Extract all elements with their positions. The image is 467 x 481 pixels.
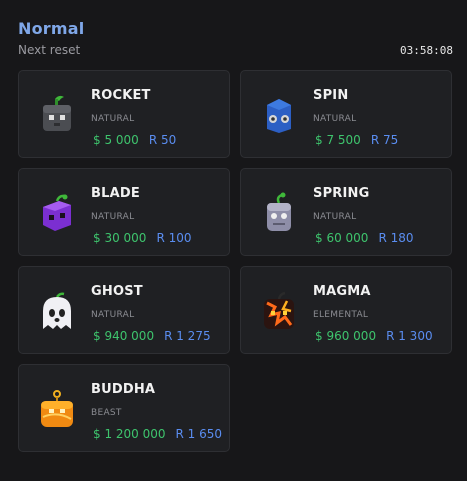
- fruit-rarity: NATURAL: [313, 114, 357, 124]
- fruit-rarity: NATURAL: [91, 212, 135, 222]
- fruit-card-spring[interactable]: SPRING NATURAL $ 60 000 R 180: [240, 168, 452, 256]
- money-price: $ 5 000: [93, 133, 139, 147]
- fruit-rarity: NATURAL: [91, 310, 135, 320]
- fruit-card-ghost[interactable]: GHOST NATURAL $ 940 000 R 1 275: [18, 266, 230, 354]
- money-price: $ 60 000: [315, 231, 369, 245]
- money-price: $ 7 500: [315, 133, 361, 147]
- rocket-fruit-icon: [43, 95, 71, 131]
- fruit-rarity: ELEMENTAL: [313, 310, 369, 320]
- money-price: $ 1 200 000: [93, 427, 166, 441]
- reset-timer: 03:58:08: [400, 44, 453, 57]
- robux-price: R 75: [370, 133, 399, 147]
- fruit-rarity: BEAST: [91, 408, 122, 418]
- fruit-name: SPIN: [313, 88, 349, 103]
- fruit-card-blade[interactable]: BLADE NATURAL $ 30 000 R 100: [18, 168, 230, 256]
- fruit-card-buddha[interactable]: BUDDHA BEAST $ 1 200 000 R 1 650: [18, 364, 230, 452]
- money-price: $ 940 000: [93, 329, 155, 343]
- fruit-name: BLADE: [91, 186, 140, 201]
- fruit-name: SPRING: [313, 186, 370, 201]
- robux-price: R 180: [378, 231, 414, 245]
- robux-price: R 1 300: [386, 329, 433, 343]
- fruit-name: ROCKET: [91, 88, 151, 103]
- fruit-name: MAGMA: [313, 284, 371, 299]
- fruit-rarity: NATURAL: [91, 114, 135, 124]
- ghost-fruit-icon: [43, 292, 71, 329]
- blade-fruit-icon: [43, 194, 71, 231]
- fruit-name: BUDDHA: [91, 382, 156, 397]
- stock-title: Normal: [18, 19, 85, 38]
- spin-fruit-icon: [267, 99, 291, 133]
- next-reset-label: Next reset: [18, 43, 81, 57]
- robux-price: R 100: [156, 231, 192, 245]
- fruit-name: GHOST: [91, 284, 143, 299]
- spring-fruit-icon: [267, 192, 291, 231]
- robux-price: R 50: [148, 133, 177, 147]
- magma-fruit-icon: [264, 291, 294, 329]
- fruit-card-spin[interactable]: SPIN NATURAL $ 7 500 R 75: [240, 70, 452, 158]
- fruit-card-rocket[interactable]: ROCKET NATURAL $ 5 000 R 50: [18, 70, 230, 158]
- robux-price: R 1 650: [175, 427, 223, 441]
- fruit-card-magma[interactable]: MAGMA ELEMENTAL $ 960 000 R 1 300: [240, 266, 452, 354]
- buddha-fruit-icon: [41, 390, 73, 427]
- money-price: $ 960 000: [315, 329, 377, 343]
- robux-price: R 1 275: [164, 329, 211, 343]
- fruit-rarity: NATURAL: [313, 212, 357, 222]
- money-price: $ 30 000: [93, 231, 147, 245]
